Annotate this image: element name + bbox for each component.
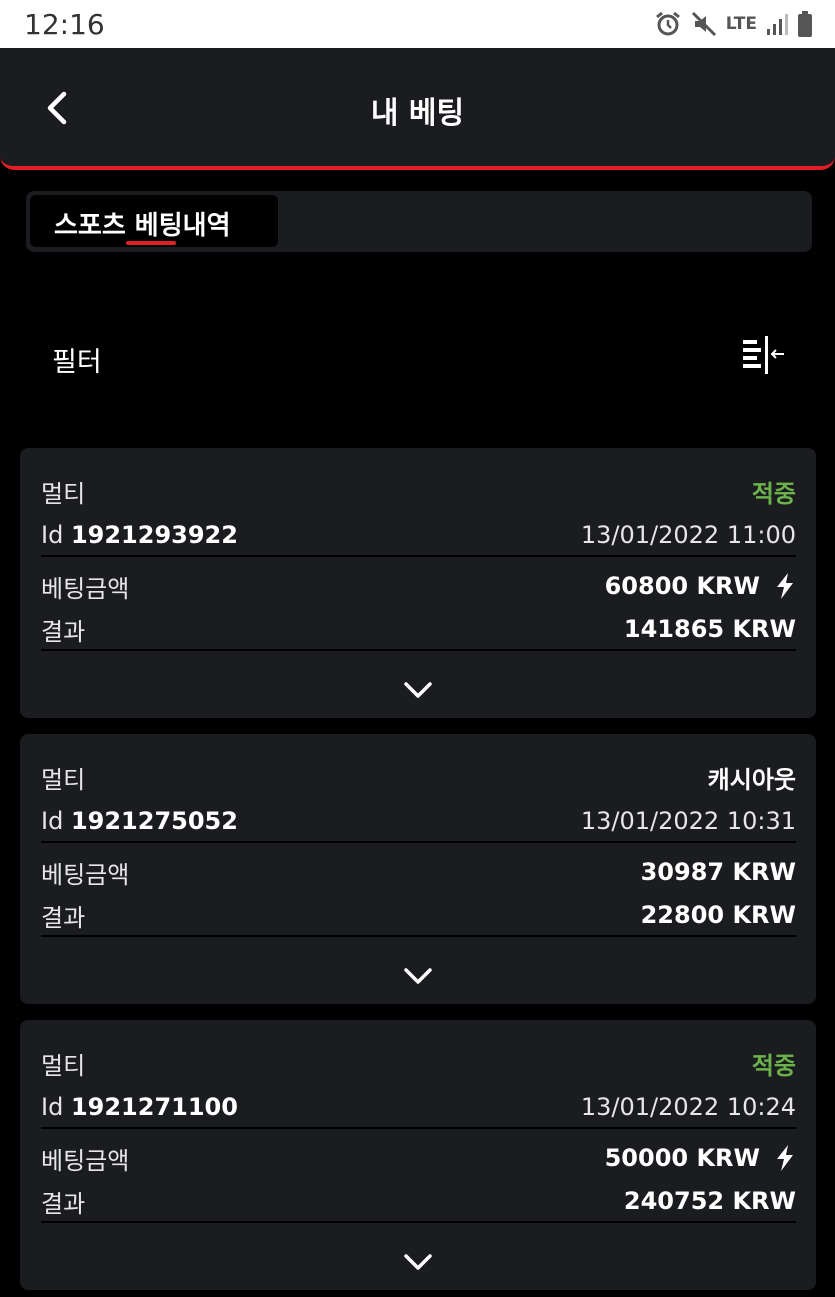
signal-icon	[767, 14, 788, 35]
filter-label: 필터	[52, 347, 102, 378]
row-divider	[41, 555, 796, 557]
bet-type-row: 멀티 적중	[41, 1046, 796, 1080]
bet-card[interactable]: 멀티 적중 Id 1921271100 13/01/2022 10:24 베팅금…	[20, 1020, 816, 1290]
alarm-icon	[655, 11, 680, 36]
bet-id: 1921271100	[70, 1093, 238, 1121]
bet-datetime: 13/01/2022 10:24	[580, 1093, 796, 1121]
bet-result: 240752 KRW	[623, 1187, 796, 1215]
bet-result-label: 결과	[41, 1189, 86, 1218]
bet-id-row: Id 1921293922 13/01/2022 11:00	[41, 518, 796, 552]
bet-id-prefix: Id	[41, 807, 64, 835]
expand-chevron-down-icon[interactable]	[401, 678, 435, 702]
bet-type: 멀티	[41, 479, 86, 508]
tab-sports-bet-history[interactable]: 스포츠 베팅내역	[30, 195, 278, 247]
bet-amount-group: 30987 KRW	[641, 858, 796, 886]
lte-indicator: LTE	[725, 14, 757, 34]
row-divider	[41, 935, 796, 937]
bet-id-group: Id 1921275052	[41, 807, 238, 835]
bet-id-prefix: Id	[41, 1093, 64, 1121]
bet-id-group: Id 1921293922	[41, 521, 238, 549]
bet-id-row: Id 1921275052 13/01/2022 10:31	[41, 804, 796, 838]
bet-amount: 60800 KRW	[604, 572, 760, 600]
app-header: 내 베팅	[0, 48, 835, 170]
row-divider	[41, 1127, 796, 1129]
bet-amount-group: 50000 KRW	[605, 1144, 796, 1172]
bet-card[interactable]: 멀티 캐시아웃 Id 1921275052 13/01/2022 10:31 베…	[20, 734, 816, 1004]
bet-id: 1921275052	[70, 807, 238, 835]
bet-result-row: 결과 141865 KRW	[41, 612, 796, 646]
bet-result-label: 결과	[41, 617, 86, 646]
bet-result: 22800 KRW	[640, 901, 796, 929]
bet-datetime: 13/01/2022 10:31	[580, 807, 796, 835]
bet-amount-row: 베팅금액 50000 KRW	[41, 1140, 796, 1176]
bet-result-row: 결과 22800 KRW	[41, 898, 796, 932]
bet-type-row: 멀티 캐시아웃	[41, 760, 796, 794]
status-bar: 12:16 LTE	[0, 0, 835, 48]
bet-type: 멀티	[41, 765, 86, 794]
bet-type: 멀티	[41, 1051, 86, 1080]
status-time: 12:16	[24, 8, 105, 41]
row-divider	[41, 841, 796, 843]
page-title: 내 베팅	[370, 96, 465, 131]
bet-amount: 50000 KRW	[604, 1144, 760, 1172]
bet-amount-group: 60800 KRW	[605, 572, 796, 600]
row-divider	[41, 649, 796, 651]
bet-amount-row: 베팅금액 60800 KRW	[41, 568, 796, 604]
bet-datetime: 13/01/2022 11:00	[580, 521, 796, 549]
tab-sports-label: 스포츠 베팅내역	[54, 211, 231, 241]
tab-bar: 스포츠 베팅내역	[26, 191, 812, 252]
mute-icon	[691, 11, 716, 37]
bet-amount-label: 베팅금액	[41, 574, 130, 603]
filter-collapse-icon[interactable]	[740, 336, 786, 376]
bet-result: 141865 KRW	[623, 615, 796, 643]
battery-icon	[798, 11, 812, 37]
expand-chevron-down-icon[interactable]	[401, 1250, 435, 1274]
bet-status: 적중	[751, 479, 796, 508]
bet-id-group: Id 1921271100	[41, 1093, 238, 1121]
tab-active-indicator	[126, 241, 176, 245]
bet-card[interactable]: 멀티 적중 Id 1921293922 13/01/2022 11:00 베팅금…	[20, 448, 816, 718]
bet-status: 캐시아웃	[707, 765, 796, 794]
boost-lightning-icon	[777, 573, 793, 599]
bet-amount: 30987 KRW	[640, 858, 796, 886]
row-divider	[41, 1221, 796, 1223]
bet-status: 적중	[751, 1051, 796, 1080]
expand-chevron-down-icon[interactable]	[401, 964, 435, 988]
bet-id-prefix: Id	[41, 521, 64, 549]
status-icons: LTE	[654, 8, 813, 40]
bet-result-row: 결과 240752 KRW	[41, 1184, 796, 1218]
bet-id-row: Id 1921271100 13/01/2022 10:24	[41, 1090, 796, 1124]
boost-lightning-icon	[777, 1145, 793, 1171]
bet-type-row: 멀티 적중	[41, 474, 796, 508]
bet-amount-label: 베팅금액	[41, 1146, 130, 1175]
bet-amount-row: 베팅금액 30987 KRW	[41, 854, 796, 890]
bet-amount-label: 베팅금액	[41, 860, 130, 889]
bet-result-label: 결과	[41, 903, 86, 932]
bet-id: 1921293922	[70, 521, 238, 549]
